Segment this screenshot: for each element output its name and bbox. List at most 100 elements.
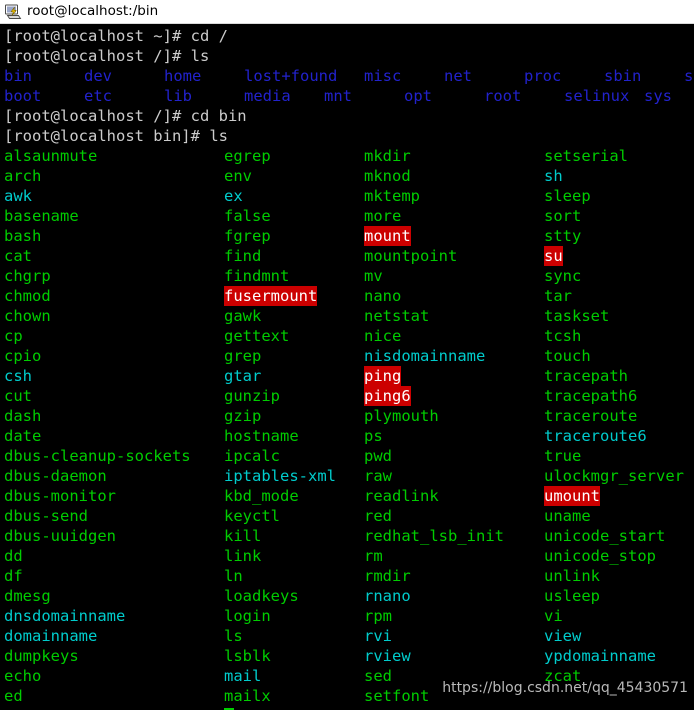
bin-entry-gawk: gawk: [224, 307, 262, 325]
bin-entry-find: find: [224, 247, 262, 265]
listing-entry-proc: proc: [524, 67, 562, 85]
bin-listing-cell: ipcalc: [224, 446, 364, 466]
bin-listing-row: dd link rm unicode_stop: [4, 546, 694, 566]
bin-listing-cell: uname: [544, 506, 694, 526]
listing-row: bootetclibmediamntoptrootselinuxsysusr: [4, 86, 694, 106]
bin-listing-cell: mailx: [224, 686, 364, 706]
bin-entry-plymouth: plymouth: [364, 407, 439, 425]
listing-entry-etc: etc: [84, 87, 112, 105]
listing-entry-media: media: [244, 87, 291, 105]
bin-listing-row: csh gtar ping tracepath: [4, 366, 694, 386]
bin-listing-cell: usleep: [544, 586, 694, 606]
bin-listing-cell: date: [4, 426, 224, 446]
bin-listing-row: alsaunmute egrep mkdir setserial: [4, 146, 694, 166]
bin-listing-row: dbus-cleanup-sockets ipcalc pwd true: [4, 446, 694, 466]
bin-entry-uname: uname: [544, 507, 591, 525]
bin-entry-tracepath6: tracepath6: [544, 387, 638, 405]
listing-row: bindevhomelost+foundmiscnetprocsbinsrvtm…: [4, 66, 694, 86]
bin-entry-umount: umount: [544, 486, 600, 506]
bin-listing-cell: ln: [224, 566, 364, 586]
bin-listing-cell: ping6: [364, 386, 544, 406]
bin-listing-cell: false: [224, 206, 364, 226]
bin-entry-cp: cp: [4, 327, 23, 345]
terminal-screen[interactable]: [root@localhost ~]# cd / [root@localhost …: [0, 24, 694, 710]
shell-prompt: [root@localhost /]#: [4, 47, 191, 65]
bin-listing-cell: mknod: [364, 166, 544, 186]
bin-listing-cell: su: [544, 246, 694, 266]
bin-listing-cell: mount: [364, 226, 544, 246]
bin-listing-cell: vi: [544, 606, 694, 626]
bin-listing-cell: env: [224, 166, 364, 186]
bin-listing-cell: ping: [364, 366, 544, 386]
bin-entry-setserial: setserial: [544, 147, 628, 165]
bin-listing-cell: tar: [544, 286, 694, 306]
listing-entry-mnt: mnt: [324, 87, 352, 105]
bin-listing-cell: red: [364, 506, 544, 526]
bin-entry-redhat_lsb_init: redhat_lsb_init: [364, 527, 504, 545]
listing-cell: dev: [84, 66, 164, 86]
bin-listing-cell: arch: [4, 166, 224, 186]
bin-listing-row: dash gzip plymouth traceroute: [4, 406, 694, 426]
bin-listing-cell: traceroute: [544, 406, 694, 426]
bin-entry-dash: dash: [4, 407, 42, 425]
bin-entry-true: true: [544, 447, 582, 465]
bin-entry-mailx: mailx: [224, 687, 271, 705]
bin-entry-ps: ps: [364, 427, 383, 445]
bin-listing-cell: netstat: [364, 306, 544, 326]
bin-listing-cell: echo: [4, 666, 224, 686]
bin-listing-cell: mkdir: [364, 146, 544, 166]
bin-listing-cell: ps: [364, 426, 544, 446]
bin-listing-row: chmod fusermount nano tar: [4, 286, 694, 306]
listing-cell: home: [164, 66, 244, 86]
bin-entry-rview: rview: [364, 647, 411, 665]
bin-listing-cell: sed: [364, 666, 544, 686]
bin-listing-cell: dbus-cleanup-sockets: [4, 446, 224, 466]
window-titlebar: root@localhost:/bin: [0, 0, 694, 24]
bin-listing-cell: unicode_start: [544, 526, 694, 546]
bin-listing-cell: egrep: [224, 146, 364, 166]
bin-entry-raw: raw: [364, 467, 392, 485]
bin-listing-cell: sort: [544, 206, 694, 226]
bin-entry-chmod: chmod: [4, 287, 51, 305]
bin-entry-more: more: [364, 207, 402, 225]
bin-entry-gzip: gzip: [224, 407, 262, 425]
listing-cell: net: [444, 66, 524, 86]
shell-command: cd bin: [190, 107, 247, 125]
bin-entry-touch: touch: [544, 347, 591, 365]
bin-listing-cell: sleep: [544, 186, 694, 206]
bin-entry-dd: dd: [4, 547, 23, 565]
bin-entry-dbus-daemon: dbus-daemon: [4, 467, 107, 485]
bin-listing-cell: cut: [4, 386, 224, 406]
bin-entry-link: link: [224, 547, 262, 565]
listing-entry-sys: sys: [644, 87, 672, 105]
bin-listing-cell: cp: [4, 326, 224, 346]
bin-listing-row: chown gawk netstat taskset: [4, 306, 694, 326]
bin-listing-cell: dd: [4, 546, 224, 566]
bin-entry-nisdomainname: nisdomainname: [364, 347, 486, 365]
bin-listing-cell: rview: [364, 646, 544, 666]
bin-entry-sleep: sleep: [544, 187, 591, 205]
bin-listing-cell: iptables-xml: [224, 466, 364, 486]
bin-listing-row: bash fgrep mount stty: [4, 226, 694, 246]
bin-listing-cell: plymouth: [364, 406, 544, 426]
bin-listing-cell: csh: [4, 366, 224, 386]
bin-listing-cell: link: [224, 546, 364, 566]
bin-listing-cell: ed: [4, 686, 224, 706]
bin-listing-cell: rvi: [364, 626, 544, 646]
bin-entry-echo: echo: [4, 667, 42, 685]
listing-entry-sbin: sbin: [604, 67, 642, 85]
listing-cell: proc: [524, 66, 604, 86]
shell-prompt: [root@localhost bin]#: [4, 127, 210, 145]
bin-listing-cell: sync: [544, 266, 694, 286]
listing-cell: boot: [4, 86, 84, 106]
bin-listing-row: cpio grep nisdomainname touch: [4, 346, 694, 366]
bin-entry-ping: ping: [364, 366, 402, 386]
bin-listing-cell: chown: [4, 306, 224, 326]
bin-listing-cell: fgrep: [224, 226, 364, 246]
listing-entry-bin: bin: [4, 67, 32, 85]
bin-entry-gettext: gettext: [224, 327, 290, 345]
bin-listing-row: dbus-daemon iptables-xml raw ulockmgr_serve…: [4, 466, 694, 486]
bin-listing-cell: nice: [364, 326, 544, 346]
listing-cell: lost+found: [244, 66, 364, 86]
bin-listing-row: ed mailx setfont: [4, 686, 694, 706]
